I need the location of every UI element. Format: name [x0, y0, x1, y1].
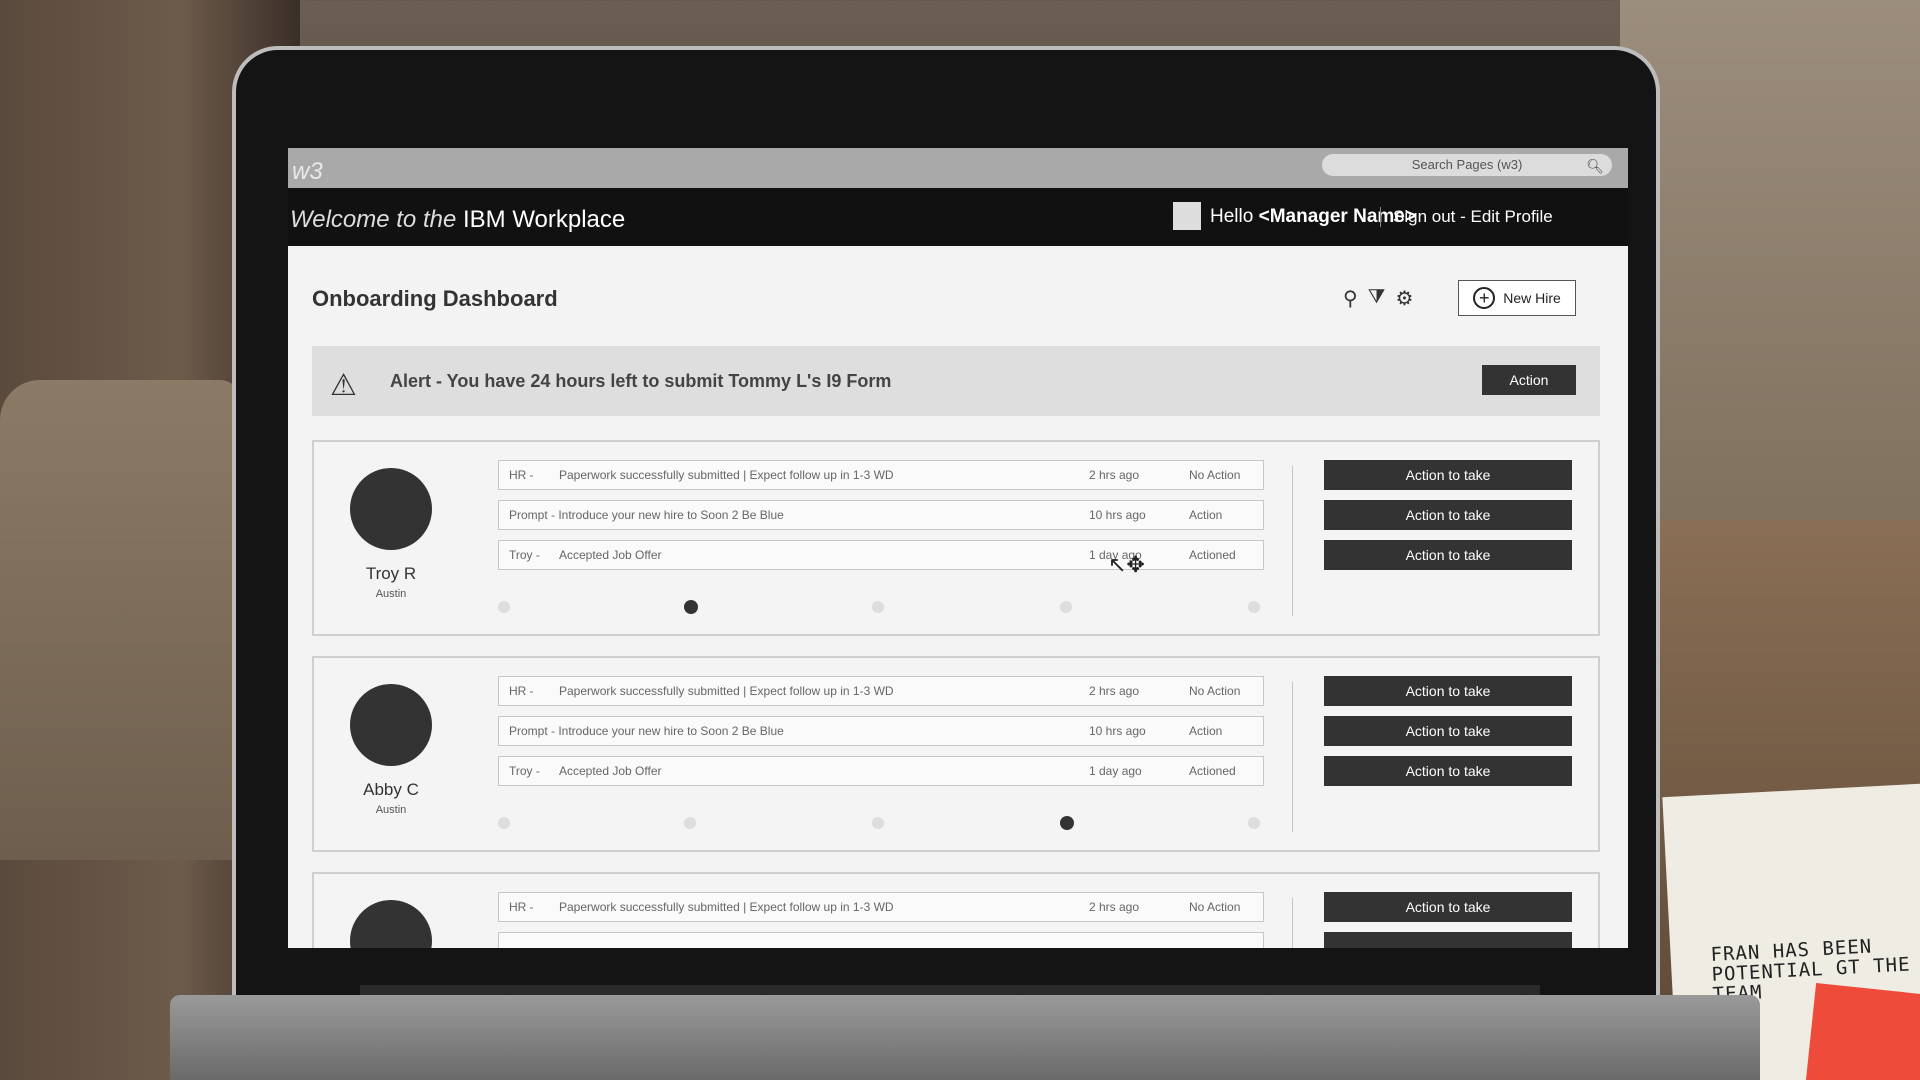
progress-tracker — [498, 598, 1268, 614]
activity-time: 10 hrs ago — [1089, 724, 1146, 738]
search-icon[interactable]: 🔍︎ — [1586, 155, 1604, 177]
background-sofa — [0, 380, 240, 860]
welcome-brand: IBM Workplace — [462, 206, 626, 233]
employee-name: Troy R — [365, 564, 417, 583]
avatar[interactable] — [350, 900, 432, 948]
progress-step[interactable] — [684, 817, 696, 829]
action-button[interactable]: Action to take — [1324, 676, 1572, 706]
progress-step[interactable] — [498, 817, 510, 829]
card-divider — [1292, 682, 1293, 832]
activity-time: 2 hrs ago — [1089, 468, 1140, 482]
progress-step-current[interactable] — [1060, 816, 1074, 830]
action-button[interactable] — [1324, 932, 1572, 948]
w3-logo[interactable]: w3 — [292, 158, 323, 186]
avatar[interactable] — [350, 468, 432, 550]
laptop-base — [170, 995, 1760, 1080]
welcome-prefix: Welcome to the — [290, 206, 457, 233]
activity-row[interactable]: Prompt - Introduce your new hire to Soon… — [498, 716, 1264, 746]
activity-status: Actioned — [1189, 548, 1236, 562]
action-button[interactable]: Action to take — [1324, 892, 1572, 922]
settings-gear-icon[interactable]: ⚙ — [1396, 286, 1414, 311]
activity-time: 2 hrs ago — [1089, 900, 1140, 914]
activity-row[interactable]: HR - Paperwork successfully submitted | … — [498, 676, 1264, 706]
user-avatar[interactable] — [1173, 202, 1201, 230]
welcome-banner: Welcome to the IBM Workplace — [290, 206, 625, 234]
activity-time: 10 hrs ago — [1089, 508, 1146, 522]
progress-step-current[interactable] — [684, 600, 698, 614]
alert-banner: ⚠ Alert - You have 24 hours left to subm… — [312, 346, 1600, 416]
progress-step[interactable] — [1060, 601, 1072, 613]
activity-message: Paperwork successfully submitted | Expec… — [559, 684, 894, 698]
progress-tracker — [498, 814, 1268, 830]
avatar[interactable] — [350, 684, 432, 766]
activity-message: Accepted Job Offer — [559, 764, 662, 778]
progress-step[interactable] — [1248, 601, 1260, 613]
activity-row[interactable]: Prompt - Introduce your new hire to Soon… — [498, 500, 1264, 530]
action-button[interactable]: Action to take — [1324, 716, 1572, 746]
activity-message: Paperwork successfully submitted | Expec… — [559, 900, 894, 914]
mouse-cursor-icon: ↖✥ — [1108, 552, 1145, 577]
alert-text: Alert - You have 24 hours left to submit… — [390, 371, 892, 391]
dashboard-header: Onboarding Dashboard ⚲ ⧩ ⚙ + New Hire — [288, 246, 1628, 346]
sticky-note — [1804, 982, 1920, 1080]
toolbar-icons: ⚲ ⧩ ⚙ — [1343, 286, 1413, 311]
new-hire-button[interactable]: + New Hire — [1458, 280, 1576, 316]
activity-time: 1 day ago — [1089, 764, 1142, 778]
search-placeholder: Search Pages (w3) — [1411, 157, 1523, 172]
new-hire-label: New Hire — [1503, 290, 1561, 306]
employee-card: HR - Paperwork successfully submitted | … — [312, 872, 1600, 948]
alert-action-button[interactable]: Action — [1482, 365, 1576, 395]
progress-step[interactable] — [872, 817, 884, 829]
warning-icon: ⚠ — [330, 369, 357, 402]
activity-row[interactable]: HR - Paperwork successfully submitted | … — [498, 892, 1264, 922]
activity-source: Troy - — [509, 548, 540, 562]
activity-source: HR - — [509, 684, 534, 698]
progress-step[interactable] — [872, 601, 884, 613]
activity-source: HR - — [509, 468, 534, 482]
activity-status: No Action — [1189, 684, 1241, 698]
search-icon[interactable]: ⚲ — [1343, 286, 1358, 311]
activity-source: Troy - — [509, 764, 540, 778]
employee-name: Abby C — [363, 780, 419, 799]
activity-status: No Action — [1189, 900, 1241, 914]
activity-message: Accepted Job Offer — [559, 548, 662, 562]
activity-message: Prompt - Introduce your new hire to Soon… — [509, 508, 784, 522]
action-button[interactable]: Action to take — [1324, 540, 1572, 570]
action-button[interactable]: Action to take — [1324, 500, 1572, 530]
search-input[interactable]: Search Pages (w3) 🔍︎ — [1322, 154, 1612, 176]
activity-row[interactable]: Troy - Accepted Job Offer 1 day ago Acti… — [498, 540, 1264, 570]
activity-status: No Action — [1189, 468, 1241, 482]
card-divider — [1292, 898, 1293, 948]
page-title: Onboarding Dashboard — [312, 286, 558, 311]
site-navbar: Welcome to the IBM Workplace Hello <Mana… — [288, 188, 1628, 246]
w3-top-bar: w3 Search Pages (w3) 🔍︎ — [288, 148, 1628, 188]
activity-row[interactable] — [498, 932, 1264, 948]
progress-step[interactable] — [1248, 817, 1260, 829]
activity-source: HR - — [509, 900, 534, 914]
activity-message: Prompt - Introduce your new hire to Soon… — [509, 724, 784, 738]
filter-icon[interactable]: ⧩ — [1368, 286, 1386, 311]
card-divider — [1292, 466, 1293, 616]
progress-step[interactable] — [498, 601, 510, 613]
greeting-prefix: Hello — [1210, 206, 1254, 227]
employee-location: Austin — [375, 588, 407, 600]
activity-status: Action — [1189, 724, 1223, 738]
activity-status: Actioned — [1189, 764, 1236, 778]
activity-row[interactable]: HR - Paperwork successfully submitted | … — [498, 460, 1264, 490]
employee-location: Austin — [375, 804, 407, 816]
action-button[interactable]: Action to take — [1324, 756, 1572, 786]
account-links[interactable]: Sign out - Edit Profile — [1380, 207, 1553, 227]
activity-status: Action — [1189, 508, 1223, 522]
employee-card: Abby C Austin HR - Paperwork successfull… — [312, 656, 1600, 852]
plus-circle-icon: + — [1473, 287, 1496, 309]
activity-row[interactable]: Troy - Accepted Job Offer 1 day ago Acti… — [498, 756, 1264, 786]
activity-message: Paperwork successfully submitted | Expec… — [559, 468, 894, 482]
activity-time: 2 hrs ago — [1089, 684, 1140, 698]
employee-card: Troy R Austin HR - Paperwork successfull… — [312, 440, 1600, 636]
action-button[interactable]: Action to take — [1324, 460, 1572, 490]
laptop-screen: w3 Search Pages (w3) 🔍︎ Welcome to the I… — [288, 148, 1628, 948]
